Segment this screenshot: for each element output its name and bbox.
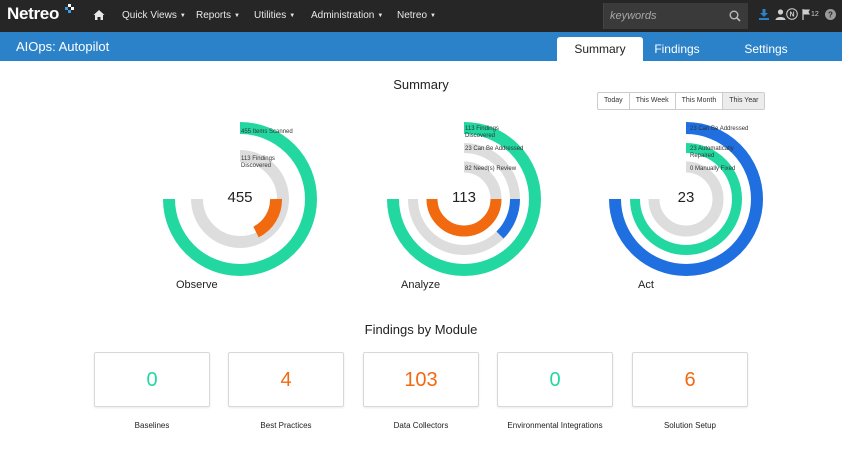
module-value: 103 bbox=[404, 369, 438, 391]
analyze-ring-addressable bbox=[496, 198, 520, 239]
module-value: 6 bbox=[684, 369, 696, 391]
findings-by-module-heading: Findings by Module bbox=[364, 322, 478, 337]
act-center-value: 23 bbox=[677, 189, 695, 206]
module-card-best-practices[interactable]: 4 bbox=[228, 352, 344, 407]
module-card-environmental-integrations[interactable]: 0 bbox=[497, 352, 613, 407]
observe-label: Observe bbox=[176, 279, 218, 291]
module-label-best-practices: Best Practices bbox=[260, 421, 312, 430]
observe-legend-scanned: 455 Items Scanned bbox=[241, 129, 293, 135]
module-label-environmental-integrations: Environmental Integrations bbox=[507, 421, 603, 430]
module-value: 0 bbox=[146, 369, 158, 391]
analyze-legend-review: 82 Need(s) Review bbox=[465, 166, 517, 172]
analyze-center-value: 113 bbox=[452, 189, 476, 206]
act-legend-repaired: 23 Automatically Repaired bbox=[690, 146, 734, 159]
module-card-data-collectors[interactable]: 103 bbox=[363, 352, 479, 407]
module-card-baselines[interactable]: 0 bbox=[94, 352, 210, 407]
module-label-baselines: Baselines bbox=[134, 421, 170, 430]
module-label-data-collectors: Data Collectors bbox=[393, 421, 449, 430]
analyze-legend-findings: 113 Findings Discovered bbox=[465, 126, 499, 139]
observe-center-value: 455 bbox=[227, 189, 253, 206]
analyze-label: Analyze bbox=[401, 279, 441, 291]
module-label-solution-setup: Solution Setup bbox=[663, 421, 717, 430]
observe-legend-findings: 113 Findings Discovered bbox=[241, 156, 275, 169]
analyze-legend-addressable: 23 Can Be Addressed bbox=[465, 146, 524, 152]
act-label: Act bbox=[638, 279, 654, 291]
module-value: 0 bbox=[549, 369, 561, 391]
act-legend-addressable: 23 Can Be Addressed bbox=[690, 126, 749, 132]
module-card-solution-setup[interactable]: 6 bbox=[632, 352, 748, 407]
act-legend-manual: 0 Manually Fixed bbox=[690, 166, 736, 172]
module-value: 4 bbox=[280, 369, 292, 391]
